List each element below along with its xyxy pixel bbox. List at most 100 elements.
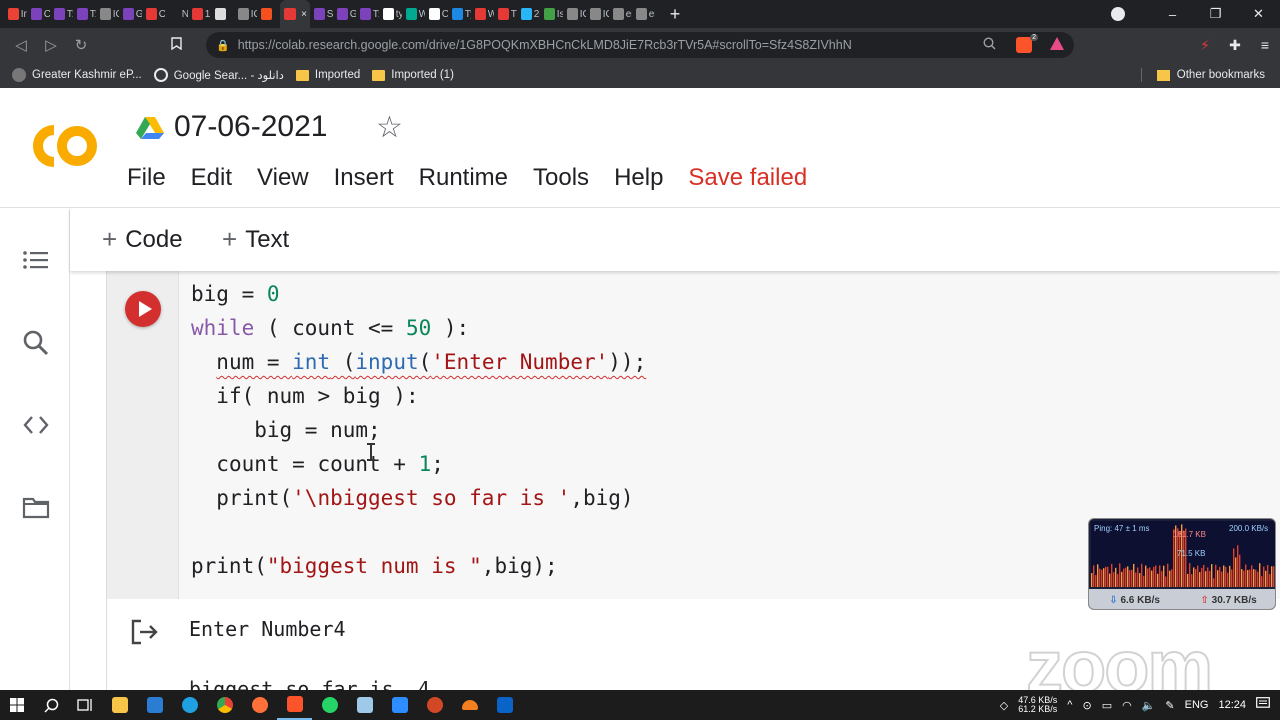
browser-tab[interactable]: O	[142, 0, 165, 28]
taskbar-mail[interactable]	[137, 690, 172, 720]
browser-tab[interactable]: Is	[540, 0, 563, 28]
browser-tab[interactable]: ty	[379, 0, 402, 28]
bookmark-folder-imported-1[interactable]: Imported (1)	[372, 69, 454, 81]
network-monitor-widget[interactable]: Ping: 47 ± 1 ms 181.7 KB 71.5 KB 200.0 K…	[1088, 518, 1276, 610]
browser-tab[interactable]: IC	[96, 0, 119, 28]
tray-chevron-icon[interactable]: ◇	[1000, 699, 1008, 712]
clock[interactable]: 12:24	[1218, 699, 1246, 711]
taskbar-chrome[interactable]	[207, 690, 242, 720]
menu-tools[interactable]: Tools	[533, 164, 589, 192]
taskbar-mail-app[interactable]	[487, 690, 522, 720]
forward-icon[interactable]: ▷	[36, 36, 66, 54]
browser-tab[interactable]: ×	[280, 0, 310, 28]
taskbar-brave[interactable]	[277, 690, 312, 720]
bookmark-folder-imported[interactable]: Imported	[295, 69, 360, 81]
google-drive-icon[interactable]	[136, 116, 164, 140]
code-token: big =	[191, 282, 267, 306]
wifi-icon[interactable]: ◠	[1122, 699, 1132, 712]
browser-tab[interactable]: G	[119, 0, 142, 28]
browser-tab[interactable]: Tl	[494, 0, 517, 28]
puzzle-extensions-icon[interactable]: ✚	[1220, 37, 1250, 54]
show-hidden-icons[interactable]: ^	[1067, 699, 1072, 711]
close-tab-icon[interactable]: ×	[301, 9, 307, 20]
new-tab-button[interactable]: +	[665, 4, 685, 25]
profile-icon[interactable]	[1111, 7, 1125, 21]
add-text-button[interactable]: + Text	[222, 224, 289, 255]
taskbar-cloud-app[interactable]	[452, 690, 487, 720]
browser-tab[interactable]: Ty	[448, 0, 471, 28]
menu-file[interactable]: File	[127, 164, 166, 192]
zoom-magnifier-icon[interactable]	[983, 37, 996, 53]
browser-tab[interactable]: T:	[356, 0, 379, 28]
browser-tab[interactable]: T:	[50, 0, 73, 28]
brave-rewards-icon[interactable]	[1050, 37, 1064, 50]
battery-icon[interactable]: ▭	[1102, 699, 1112, 712]
code-snippets-icon[interactable]	[22, 411, 50, 439]
restore-button[interactable]: ❐	[1194, 6, 1237, 22]
code-editor[interactable]: big = 0 while ( count <= 50 ): num = int …	[191, 277, 646, 583]
taskbar-search-icon[interactable]	[34, 690, 68, 720]
menu-help[interactable]: Help	[614, 164, 663, 192]
other-bookmarks[interactable]: Other bookmarks	[1129, 68, 1265, 82]
save-status[interactable]: Save failed	[688, 164, 807, 192]
menu-insert[interactable]: Insert	[334, 164, 394, 192]
browser-tab[interactable]: IC	[586, 0, 609, 28]
taskbar-firefox[interactable]	[242, 690, 277, 720]
language-indicator[interactable]: ENG	[1185, 699, 1209, 711]
browser-tab[interactable]: New	[165, 0, 188, 28]
bookmark-google-search[interactable]: Google Sear... - دانلود	[153, 68, 284, 82]
taskbar-file-explorer[interactable]	[102, 690, 137, 720]
browser-tab[interactable]: W	[471, 0, 494, 28]
browser-tab[interactable]: In	[4, 0, 27, 28]
browser-tab[interactable]: 1:	[188, 0, 211, 28]
taskbar-notepad[interactable]	[347, 690, 382, 720]
output-actions-icon[interactable]	[131, 619, 159, 645]
taskbar-powerpoint[interactable]	[417, 690, 452, 720]
minimize-button[interactable]: –	[1151, 7, 1194, 22]
browser-tab[interactable]: W	[402, 0, 425, 28]
reload-icon[interactable]: ↻	[66, 36, 96, 54]
menu-edit[interactable]: Edit	[191, 164, 232, 192]
pen-icon[interactable]: ✎	[1165, 699, 1174, 712]
extension-icon[interactable]: ⚡	[1190, 37, 1220, 54]
browser-tab[interactable]: er	[609, 0, 632, 28]
windows-taskbar: ◇ 47.6 KB/s 61.2 KB/s ^ ⊙ ▭ ◠ 🔈 ✎ ENG 12…	[0, 690, 1280, 720]
browser-tab[interactable]: C	[425, 0, 448, 28]
run-cell-button[interactable]	[125, 291, 161, 327]
taskbar-whatsapp[interactable]	[312, 690, 347, 720]
taskbar-zoom[interactable]	[382, 690, 417, 720]
browser-tab[interactable]: S\	[310, 0, 333, 28]
close-window-button[interactable]: ✕	[1237, 6, 1280, 22]
table-of-contents-icon[interactable]	[22, 247, 50, 275]
browser-menu-icon[interactable]: ≡	[1250, 37, 1280, 53]
browser-tab[interactable]: T:	[73, 0, 96, 28]
taskbar-edge[interactable]	[172, 690, 207, 720]
tab-favicon-icon	[77, 8, 88, 20]
windows-start-icon[interactable]	[0, 690, 34, 720]
browser-tab[interactable]: G	[333, 0, 356, 28]
bookmark-page-icon[interactable]	[168, 37, 184, 53]
search-icon[interactable]	[22, 329, 50, 357]
network-icon[interactable]: ⊙	[1082, 699, 1091, 712]
star-icon[interactable]: ☆	[376, 110, 403, 145]
browser-tab[interactable]: er	[632, 0, 655, 28]
browser-tab[interactable]	[257, 0, 280, 28]
volume-icon[interactable]: 🔈	[1142, 699, 1156, 712]
browser-tab[interactable]: IC	[563, 0, 586, 28]
address-bar[interactable]: 🔒 https://colab.research.google.com/driv…	[206, 32, 1074, 58]
files-folder-icon[interactable]	[22, 493, 50, 521]
bookmark-greater-kashmir[interactable]: Greater Kashmir eP...	[12, 68, 142, 82]
colab-logo[interactable]	[24, 122, 100, 170]
graph-bar	[1167, 563, 1169, 587]
notifications-icon[interactable]	[1256, 697, 1270, 713]
menu-view[interactable]: View	[257, 164, 309, 192]
browser-tab[interactable]: C	[27, 0, 50, 28]
browser-tab[interactable]: 2(	[517, 0, 540, 28]
add-code-button[interactable]: + Code	[102, 224, 183, 255]
back-icon[interactable]: ◁	[6, 36, 36, 54]
browser-tab[interactable]: IC	[234, 0, 257, 28]
task-view-icon[interactable]	[68, 690, 102, 720]
browser-tab[interactable]	[211, 0, 234, 28]
menu-runtime[interactable]: Runtime	[419, 164, 508, 192]
notebook-title[interactable]: 07-06-2021	[174, 110, 327, 144]
